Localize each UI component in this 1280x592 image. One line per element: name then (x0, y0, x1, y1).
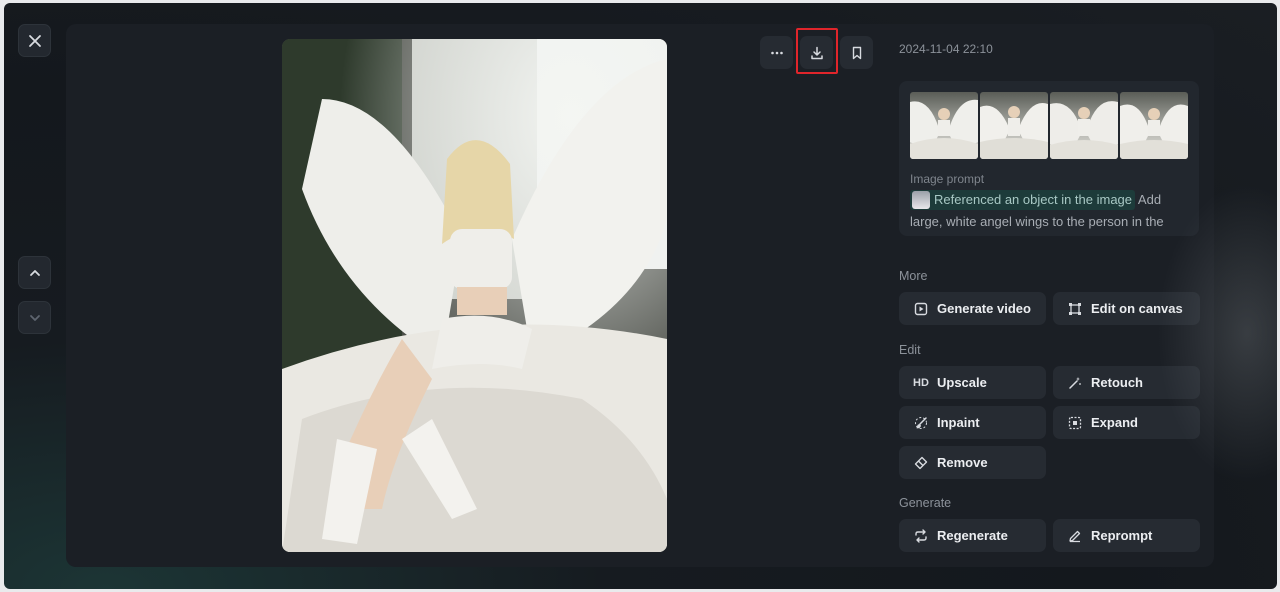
section-generate-title: Generate (899, 496, 952, 510)
generate-video-button[interactable]: Generate video (899, 292, 1046, 325)
thumbnail-1[interactable] (910, 92, 978, 159)
previous-image-button[interactable] (18, 256, 51, 289)
next-image-button[interactable] (18, 301, 51, 334)
video-add-icon (913, 301, 929, 317)
more-options-button[interactable] (760, 36, 793, 69)
chevron-down-icon (29, 314, 40, 321)
eraser-icon (913, 455, 929, 471)
close-icon (28, 34, 41, 47)
download-highlight-box (796, 28, 838, 74)
bookmark-button[interactable] (840, 36, 873, 69)
thumbnail-2[interactable] (980, 92, 1048, 159)
thumbnail-3[interactable] (1050, 92, 1118, 159)
upscale-button[interactable]: HD Upscale (899, 366, 1046, 399)
prompt-text: Referenced an object in the image Add la… (910, 189, 1192, 236)
retouch-button[interactable]: Retouch (1053, 366, 1200, 399)
bookmark-icon (852, 46, 861, 59)
image-detail-panel: 2024-11-04 22:10 Image prompt Referenced… (66, 24, 1214, 567)
hd-icon: HD (913, 376, 929, 389)
generated-image[interactable] (282, 39, 667, 552)
repeat-icon (913, 528, 929, 544)
thumbnail-strip (910, 92, 1188, 159)
ellipsis-icon (770, 51, 783, 54)
brush-icon (913, 415, 929, 431)
remove-button[interactable]: Remove (899, 446, 1046, 479)
image-viewer-window: 2024-11-04 22:10 Image prompt Referenced… (4, 3, 1277, 589)
expand-button[interactable]: Expand (1053, 406, 1200, 439)
regenerate-button[interactable]: Regenerate (899, 519, 1046, 552)
reprompt-button[interactable]: Reprompt (1053, 519, 1200, 552)
timestamp: 2024-11-04 22:10 (899, 42, 993, 56)
reference-chip[interactable]: Referenced an object in the image (910, 190, 1136, 210)
section-edit-title: Edit (899, 343, 921, 357)
prompt-label: Image prompt (910, 172, 985, 186)
close-button[interactable] (18, 24, 51, 57)
canvas-icon (1067, 301, 1083, 317)
pencil-icon (1067, 528, 1083, 544)
edit-on-canvas-button[interactable]: Edit on canvas (1053, 292, 1200, 325)
section-more-title: More (899, 269, 928, 283)
reference-thumbnail (912, 191, 930, 209)
expand-icon (1067, 415, 1083, 431)
magic-wand-icon (1067, 375, 1083, 391)
angel-image-illustration (282, 39, 667, 552)
chevron-up-icon (29, 269, 40, 276)
prompt-card: Image prompt Referenced an object in the… (899, 81, 1199, 236)
inpaint-button[interactable]: Inpaint (899, 406, 1046, 439)
thumbnail-4[interactable] (1120, 92, 1188, 159)
